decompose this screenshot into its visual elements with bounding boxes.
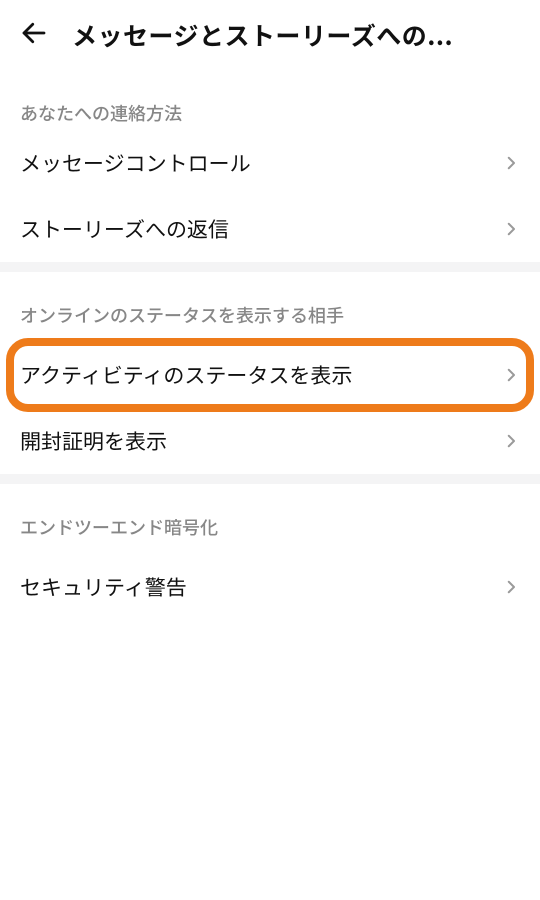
row-read-receipts[interactable]: 開封証明を表示 bbox=[0, 408, 540, 474]
row-message-control[interactable]: メッセージコントロール bbox=[0, 140, 540, 196]
section-header-online-status: オンラインのステータスを表示する相手 bbox=[0, 272, 540, 342]
back-button[interactable] bbox=[14, 15, 54, 55]
chevron-right-icon bbox=[502, 578, 520, 596]
settings-screen: メッセージとストーリーズへの... あなたへの連絡方法 メッセージコントロール … bbox=[0, 0, 540, 900]
page-title: メッセージとストーリーズへの... bbox=[72, 17, 526, 53]
row-story-replies[interactable]: ストーリーズへの返信 bbox=[0, 196, 540, 262]
arrow-left-icon bbox=[19, 18, 49, 53]
chevron-right-icon bbox=[502, 154, 520, 172]
row-label: セキュリティ警告 bbox=[20, 572, 187, 602]
row-label: 開封証明を表示 bbox=[20, 426, 167, 456]
row-label: アクティビティのステータスを表示 bbox=[20, 360, 352, 390]
row-label: ストーリーズへの返信 bbox=[20, 214, 229, 244]
section-header-contact: あなたへの連絡方法 bbox=[0, 70, 540, 140]
row-label: メッセージコントロール bbox=[20, 148, 251, 178]
chevron-right-icon bbox=[502, 432, 520, 450]
section-divider bbox=[0, 474, 540, 484]
row-security-alerts[interactable]: セキュリティ警告 bbox=[0, 554, 540, 620]
chevron-right-icon bbox=[502, 220, 520, 238]
section-header-e2ee: エンドツーエンド暗号化 bbox=[0, 484, 540, 554]
row-activity-status[interactable]: アクティビティのステータスを表示 bbox=[0, 342, 540, 408]
header-bar: メッセージとストーリーズへの... bbox=[0, 0, 540, 70]
highlighted-row-container: アクティビティのステータスを表示 bbox=[0, 342, 540, 408]
section-divider bbox=[0, 262, 540, 272]
chevron-right-icon bbox=[502, 366, 520, 384]
